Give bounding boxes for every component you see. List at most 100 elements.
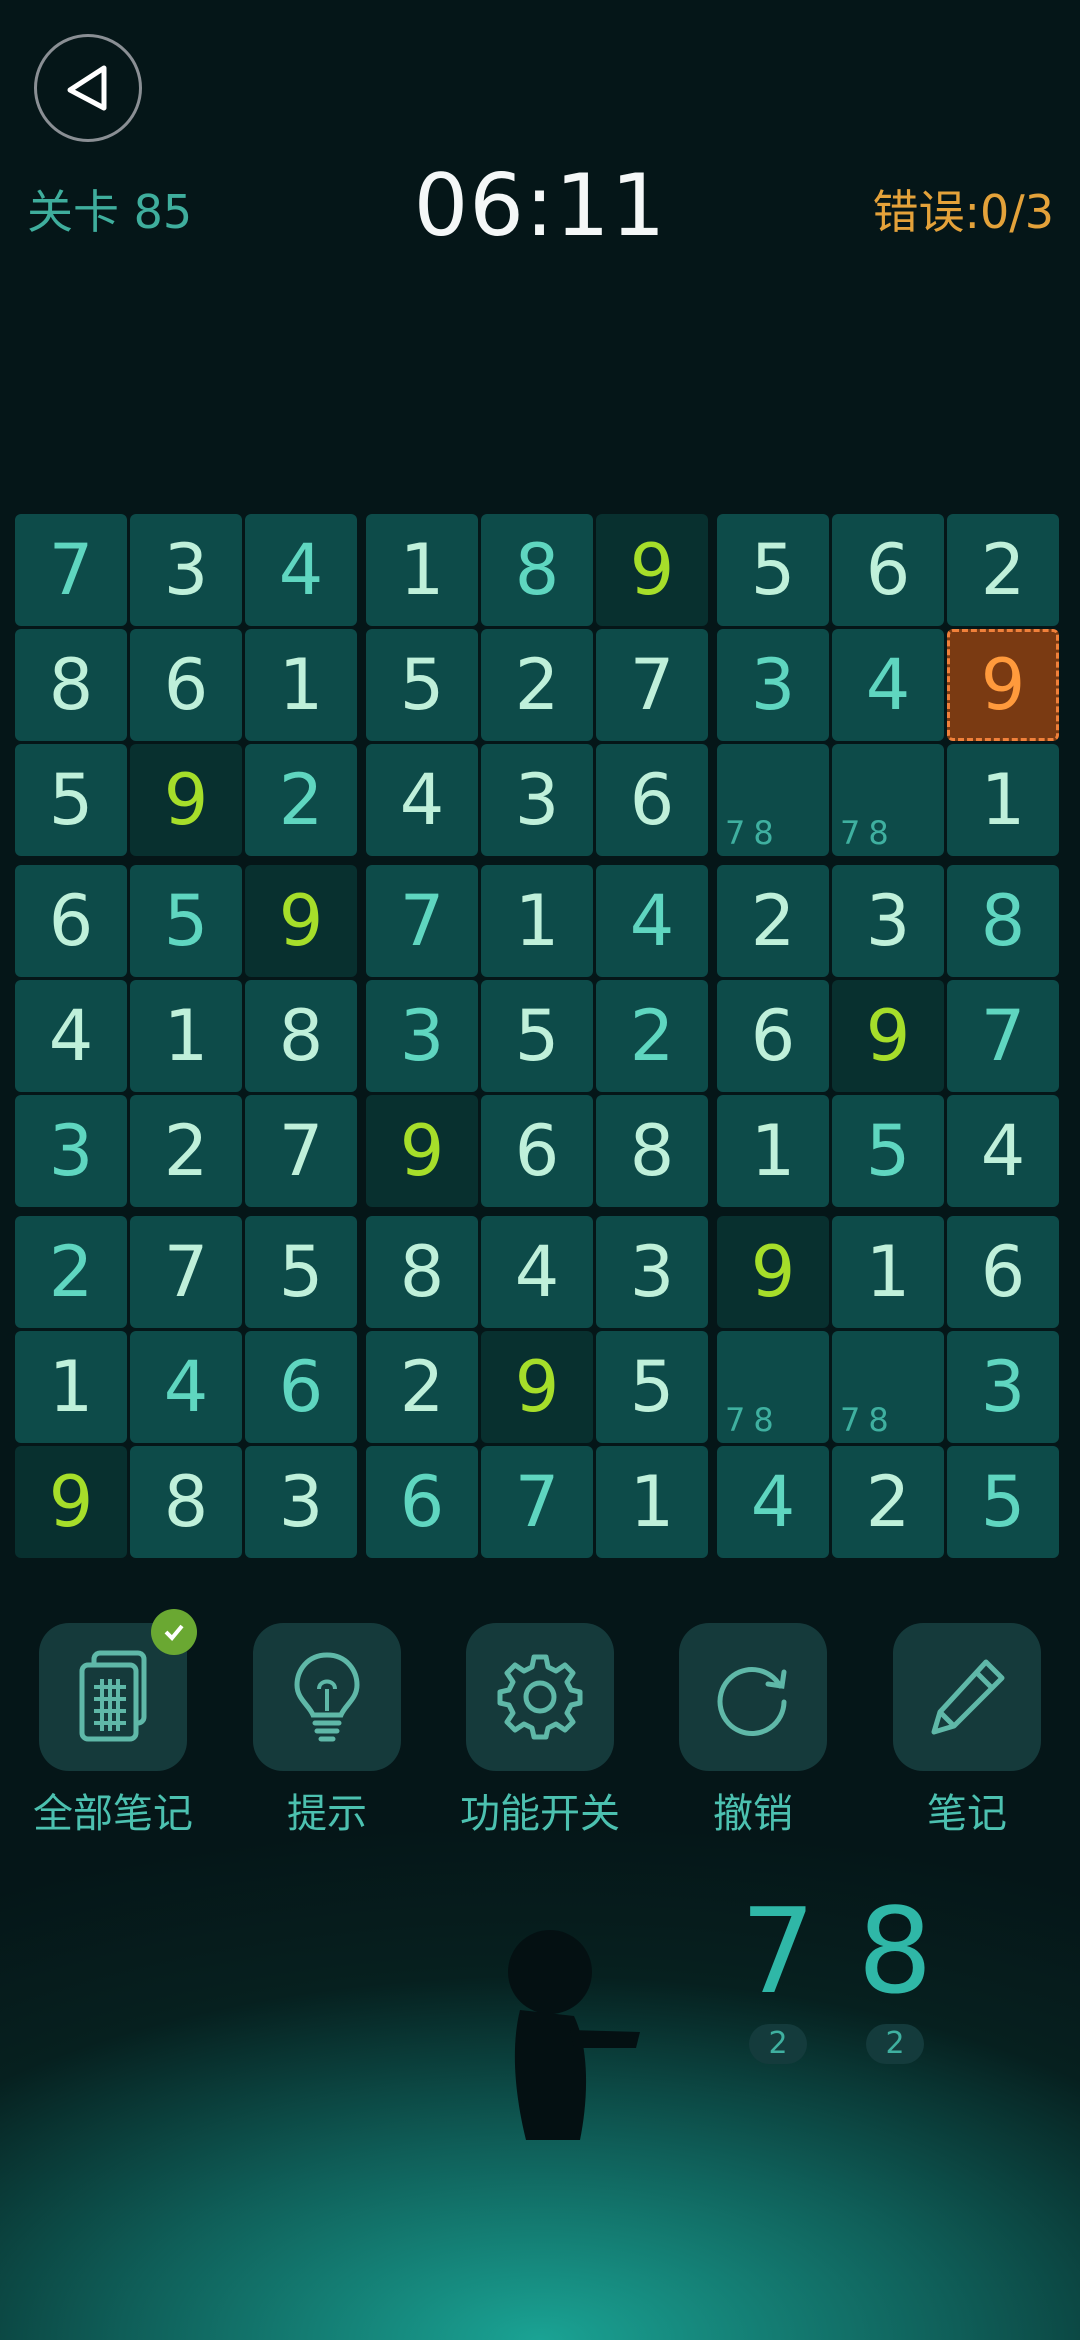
cell-r6-c5[interactable]: 6: [481, 1095, 593, 1207]
cell-r4-c8[interactable]: 3: [832, 865, 944, 977]
cell-r1-c9[interactable]: 2: [947, 514, 1059, 626]
cell-r2-c2[interactable]: 6: [130, 629, 242, 741]
remaining-count: 2: [749, 2024, 807, 2064]
all-notes-label: 全部笔记: [33, 1791, 193, 1837]
cell-r7-c4[interactable]: 8: [366, 1216, 478, 1328]
cell-r8-c9[interactable]: 3: [947, 1331, 1059, 1443]
cell-r1-c1[interactable]: 7: [15, 514, 127, 626]
cell-r5-c1[interactable]: 4: [15, 980, 127, 1092]
cell-r6-c7[interactable]: 1: [717, 1095, 829, 1207]
cell-r5-c4[interactable]: 3: [366, 980, 478, 1092]
hint-button[interactable]: 提示: [237, 1623, 417, 1839]
cell-r4-c1[interactable]: 6: [15, 865, 127, 977]
settings-button[interactable]: 功能开关: [450, 1623, 630, 1839]
cell-r7-c3[interactable]: 5: [245, 1216, 357, 1328]
cell-r6-c6[interactable]: 8: [596, 1095, 708, 1207]
cell-value: 4: [980, 1110, 1026, 1192]
cell-r9-c6[interactable]: 1: [596, 1446, 708, 1558]
cell-r4-c2[interactable]: 5: [130, 865, 242, 977]
cell-r3-c2[interactable]: 9: [130, 744, 242, 856]
cell-r7-c2[interactable]: 7: [130, 1216, 242, 1328]
cell-r3-c1[interactable]: 5: [15, 744, 127, 856]
cell-r9-c5[interactable]: 7: [481, 1446, 593, 1558]
cell-r5-c8[interactable]: 9: [832, 980, 944, 1092]
cell-r9-c8[interactable]: 2: [832, 1446, 944, 1558]
cell-r1-c7[interactable]: 5: [717, 514, 829, 626]
cell-r5-c5[interactable]: 5: [481, 980, 593, 1092]
cell-r3-c4[interactable]: 4: [366, 744, 478, 856]
cell-r1-c8[interactable]: 6: [832, 514, 944, 626]
cell-r9-c9[interactable]: 5: [947, 1446, 1059, 1558]
cell-r1-c3[interactable]: 4: [245, 514, 357, 626]
cell-r7-c7[interactable]: 9: [717, 1216, 829, 1328]
cell-r3-c8[interactable]: 78: [832, 744, 944, 856]
cell-r1-c5[interactable]: 8: [481, 514, 593, 626]
cell-r7-c6[interactable]: 3: [596, 1216, 708, 1328]
back-button[interactable]: [34, 34, 142, 142]
cell-r9-c4[interactable]: 6: [366, 1446, 478, 1558]
cell-value: 3: [48, 1110, 94, 1192]
all-notes-icon: [79, 1650, 147, 1742]
cell-r8-c3[interactable]: 6: [245, 1331, 357, 1443]
cell-r3-c6[interactable]: 6: [596, 744, 708, 856]
cell-r7-c5[interactable]: 4: [481, 1216, 593, 1328]
cell-value: 5: [980, 1461, 1026, 1543]
notes-button[interactable]: 笔记: [877, 1623, 1057, 1839]
cell-r6-c9[interactable]: 4: [947, 1095, 1059, 1207]
cell-r4-c4[interactable]: 7: [366, 865, 478, 977]
cell-value: 6: [399, 1461, 445, 1543]
cell-r8-c8[interactable]: 78: [832, 1331, 944, 1443]
cell-r5-c6[interactable]: 2: [596, 980, 708, 1092]
cell-r5-c7[interactable]: 6: [717, 980, 829, 1092]
cell-r9-c1[interactable]: 9: [15, 1446, 127, 1558]
cell-r6-c2[interactable]: 2: [130, 1095, 242, 1207]
cell-r2-c4[interactable]: 5: [366, 629, 478, 741]
cell-r7-c1[interactable]: 2: [15, 1216, 127, 1328]
cell-r9-c3[interactable]: 3: [245, 1446, 357, 1558]
cell-r6-c1[interactable]: 3: [15, 1095, 127, 1207]
cell-r6-c8[interactable]: 5: [832, 1095, 944, 1207]
cell-r9-c2[interactable]: 8: [130, 1446, 242, 1558]
cell-r8-c2[interactable]: 4: [130, 1331, 242, 1443]
cell-r4-c6[interactable]: 4: [596, 865, 708, 977]
cell-r6-c4[interactable]: 9: [366, 1095, 478, 1207]
cell-r4-c3[interactable]: 9: [245, 865, 357, 977]
cell-r4-c7[interactable]: 2: [717, 865, 829, 977]
cell-r2-c1[interactable]: 8: [15, 629, 127, 741]
undo-button[interactable]: 撤销: [663, 1623, 843, 1839]
cell-r5-c2[interactable]: 1: [130, 980, 242, 1092]
cell-r8-c1[interactable]: 1: [15, 1331, 127, 1443]
remaining-digit-7[interactable]: 7 2: [723, 1886, 833, 2064]
cell-value: 4: [163, 1346, 209, 1428]
cell-r1-c2[interactable]: 3: [130, 514, 242, 626]
remaining-digit-8[interactable]: 8 2: [840, 1886, 950, 2064]
cell-r8-c6[interactable]: 5: [596, 1331, 708, 1443]
cell-r6-c3[interactable]: 7: [245, 1095, 357, 1207]
cell-r2-c3[interactable]: 1: [245, 629, 357, 741]
cell-r2-c6[interactable]: 7: [596, 629, 708, 741]
cell-r1-c4[interactable]: 1: [366, 514, 478, 626]
cell-r3-c3[interactable]: 2: [245, 744, 357, 856]
cell-r7-c8[interactable]: 1: [832, 1216, 944, 1328]
cell-r2-c9[interactable]: 9: [947, 629, 1059, 741]
cell-r7-c9[interactable]: 6: [947, 1216, 1059, 1328]
cell-r2-c5[interactable]: 2: [481, 629, 593, 741]
cell-r5-c9[interactable]: 7: [947, 980, 1059, 1092]
cell-value: 6: [163, 644, 209, 726]
cell-r8-c7[interactable]: 78: [717, 1331, 829, 1443]
cell-r3-c7[interactable]: 78: [717, 744, 829, 856]
all-notes-button[interactable]: 全部笔记: [23, 1609, 203, 1839]
cell-r3-c5[interactable]: 3: [481, 744, 593, 856]
cell-value: 9: [278, 880, 324, 962]
cell-r5-c3[interactable]: 8: [245, 980, 357, 1092]
cell-r9-c7[interactable]: 4: [717, 1446, 829, 1558]
cell-r8-c5[interactable]: 9: [481, 1331, 593, 1443]
cell-r1-c6[interactable]: 9: [596, 514, 708, 626]
cell-r3-c9[interactable]: 1: [947, 744, 1059, 856]
cell-r2-c8[interactable]: 4: [832, 629, 944, 741]
cell-r4-c5[interactable]: 1: [481, 865, 593, 977]
cell-r2-c7[interactable]: 3: [717, 629, 829, 741]
cell-r8-c4[interactable]: 2: [366, 1331, 478, 1443]
cell-value: 4: [750, 1461, 796, 1543]
cell-r4-c9[interactable]: 8: [947, 865, 1059, 977]
